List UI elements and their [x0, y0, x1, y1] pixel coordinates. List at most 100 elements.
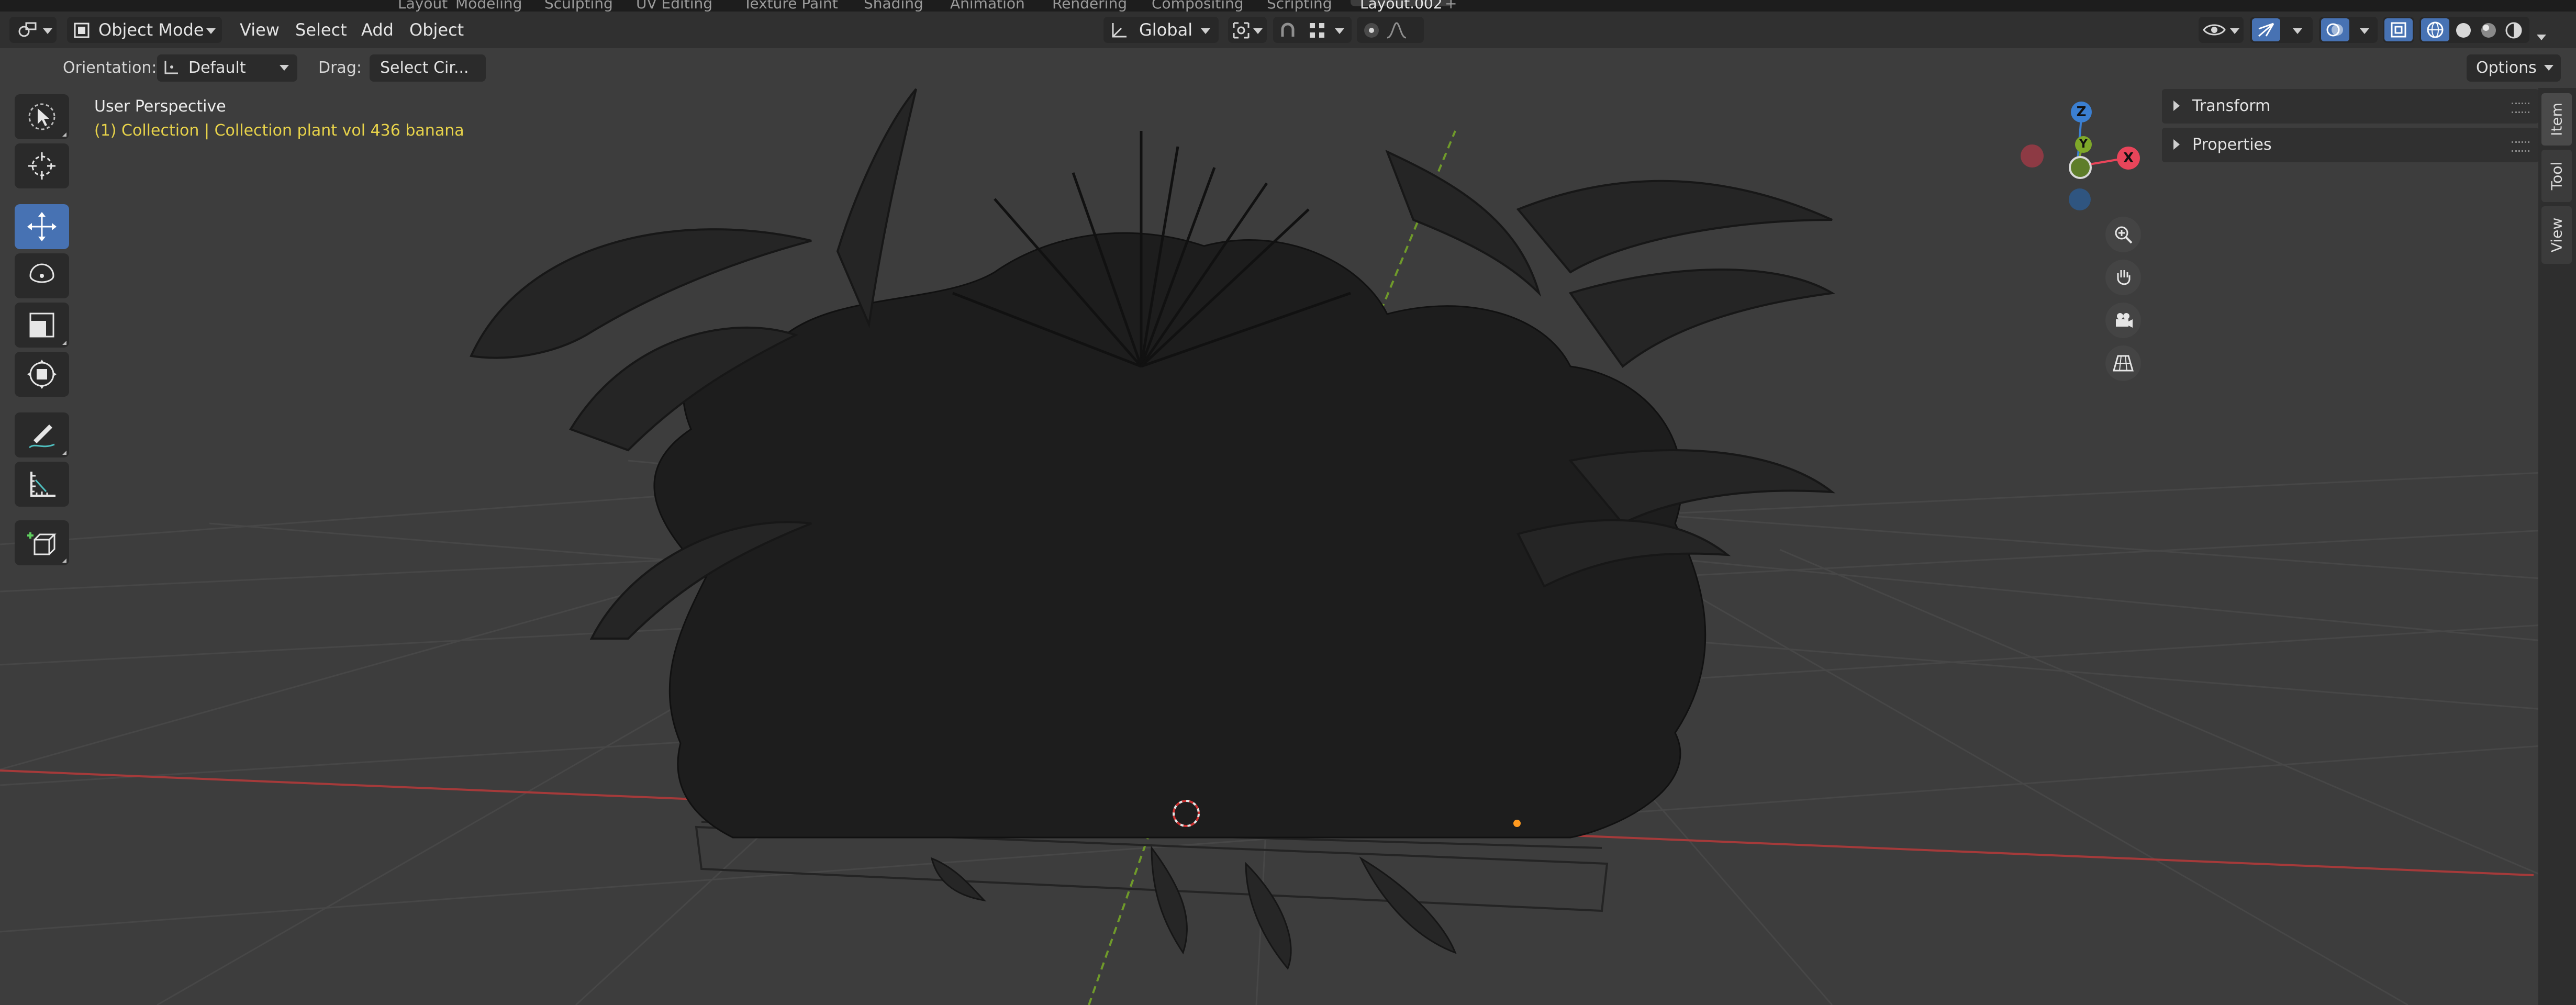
- options-dropdown[interactable]: Options: [2467, 54, 2561, 82]
- zoom-magnifier-icon: [2115, 226, 2133, 244]
- wireframe-sphere-icon: [2427, 21, 2444, 38]
- orientation-axes-icon: [164, 61, 178, 74]
- drag-dropdown[interactable]: Select Cir...: [370, 54, 486, 82]
- transform-orientation-dropdown[interactable]: Global: [1103, 17, 1219, 43]
- tool-measure[interactable]: [15, 462, 69, 507]
- tab-compositing[interactable]: Compositing: [1152, 0, 1244, 12]
- menu-select[interactable]: Select: [295, 12, 347, 48]
- tab-rendering[interactable]: Rendering: [1052, 0, 1127, 12]
- orientation-label: Global: [1139, 20, 1193, 40]
- tab-layout-002[interactable]: Layout.002: [1351, 0, 1452, 12]
- drag-grip-icon[interactable]: [2512, 141, 2529, 152]
- panel-transform-label: Transform: [2192, 97, 2271, 115]
- solid-sphere-icon[interactable]: [2454, 21, 2473, 40]
- menu-object[interactable]: Object: [409, 12, 464, 48]
- tab-sculpting[interactable]: Sculpting: [544, 0, 613, 12]
- shading-options-chevron-icon[interactable]: [2537, 35, 2546, 40]
- move-arrows-icon: [27, 212, 57, 241]
- drag-grip-icon[interactable]: [2512, 103, 2529, 113]
- tab-layout[interactable]: Layout: [398, 0, 448, 12]
- pivot-point-dropdown[interactable]: [1228, 17, 1267, 43]
- tool-transform[interactable]: [15, 352, 69, 397]
- orientation-label: Orientation:: [63, 59, 157, 77]
- annotate-pencil-icon: [29, 425, 55, 449]
- chevron-right-icon: [2173, 100, 2180, 111]
- tool-scale[interactable]: [15, 303, 69, 348]
- menu-add[interactable]: Add: [361, 12, 394, 48]
- panel-properties-header[interactable]: Properties: [2162, 128, 2539, 162]
- hanging-leaves: [930, 845, 1457, 970]
- rotate-icon: [29, 263, 54, 283]
- pan-button[interactable]: [2105, 260, 2141, 295]
- gizmo-y-axis[interactable]: Y: [2075, 136, 2092, 153]
- chevron-down-icon: [280, 65, 289, 71]
- visibility-dropdown[interactable]: [2199, 17, 2244, 43]
- ortho-toggle-button[interactable]: [2105, 345, 2141, 381]
- xray-toggle[interactable]: [2383, 17, 2414, 43]
- camera-view-button[interactable]: [2105, 303, 2141, 338]
- gizmo-neg-z-axis[interactable]: [2069, 188, 2091, 210]
- tool-add-cube[interactable]: [15, 520, 69, 565]
- gizmo-x-axis[interactable]: X: [2117, 147, 2140, 170]
- shading-mode-group[interactable]: [2419, 17, 2529, 43]
- tool-move[interactable]: [15, 204, 69, 249]
- snap-magnet-icon[interactable]: [1278, 21, 1297, 40]
- chevron-down-icon: [1201, 28, 1210, 34]
- sidebar-tab-tool[interactable]: Tool: [2541, 150, 2572, 202]
- overlays-toggle-active[interactable]: [2321, 18, 2349, 41]
- sidebar-tabs: Item Tool View: [2538, 88, 2576, 1005]
- tab-animation[interactable]: Animation: [950, 0, 1025, 12]
- tab-scripting[interactable]: Scripting: [1267, 0, 1332, 12]
- chevron-down-icon: [206, 28, 216, 34]
- gizmo-toggle[interactable]: [2250, 17, 2313, 43]
- falloff-curve-icon[interactable]: [1386, 21, 1407, 40]
- gizmo-neg-x-axis[interactable]: [2021, 144, 2044, 168]
- add-workspace-button[interactable]: +: [1445, 0, 1457, 12]
- editor-type-button[interactable]: [9, 17, 57, 43]
- proportional-editing-group[interactable]: [1357, 17, 1424, 43]
- zoom-button[interactable]: [2105, 217, 2141, 252]
- menu-view[interactable]: View: [240, 12, 280, 48]
- tool-settings-bar: Orientation: Default Drag: Select Cir...…: [0, 48, 2576, 88]
- collection-info: (1) Collection | Collection plant vol 43…: [94, 121, 464, 140]
- tab-modeling[interactable]: Modeling: [455, 0, 522, 12]
- orientation-axes-icon: [1112, 23, 1127, 38]
- chevron-down-icon: [2360, 28, 2369, 34]
- options-label: Options: [2476, 59, 2537, 77]
- gizmo-z-axis[interactable]: Z: [2071, 102, 2092, 122]
- tool-cursor[interactable]: [15, 143, 69, 188]
- eye-icon: [2203, 24, 2226, 36]
- sidebar-panels: Transform Properties: [2162, 88, 2539, 166]
- tab-uv-editing[interactable]: UV Editing: [636, 0, 712, 12]
- tool-variants-corner-icon: [62, 559, 66, 563]
- panel-transform-header[interactable]: Transform: [2162, 89, 2539, 124]
- gizmo-neg-y-axis[interactable]: [2069, 156, 2092, 179]
- chevron-down-icon: [2230, 28, 2239, 34]
- navigation-gizmo[interactable]: Z X Y: [2021, 97, 2146, 218]
- object-origin-dot: [1513, 820, 1521, 827]
- sidebar-tab-item[interactable]: Item: [2541, 93, 2572, 146]
- overlays-toggle[interactable]: [2319, 17, 2378, 43]
- orientation-dropdown[interactable]: Default: [157, 54, 297, 82]
- gizmo-toggle-active[interactable]: [2252, 18, 2280, 41]
- proportional-dot-icon[interactable]: [1362, 21, 1381, 40]
- tool-annotate[interactable]: [15, 412, 69, 457]
- mode-dropdown[interactable]: Object Mode: [67, 17, 222, 43]
- tool-select-box[interactable]: [15, 94, 69, 139]
- wireframe-shading-button[interactable]: [2421, 18, 2449, 41]
- viewport-canvas[interactable]: [0, 88, 2576, 1005]
- tool-rotate[interactable]: [15, 253, 69, 298]
- rendered-sphere-icon[interactable]: [2504, 21, 2523, 40]
- view-name: User Perspective: [94, 97, 226, 116]
- tab-shading[interactable]: Shading: [864, 0, 923, 12]
- chevron-down-icon: [43, 28, 52, 34]
- material-sphere-icon[interactable]: [2479, 21, 2498, 40]
- mode-label: Object Mode: [98, 20, 204, 40]
- sidebar-tab-view[interactable]: View: [2541, 206, 2572, 264]
- snapping-group[interactable]: [1273, 17, 1352, 43]
- tab-texture-paint[interactable]: Texture Paint: [743, 0, 838, 12]
- toolbar: [0, 88, 79, 580]
- drag-value: Select Cir...: [380, 59, 469, 77]
- snap-grid-icon[interactable]: [1309, 22, 1325, 39]
- tool-variants-corner-icon: [62, 451, 66, 455]
